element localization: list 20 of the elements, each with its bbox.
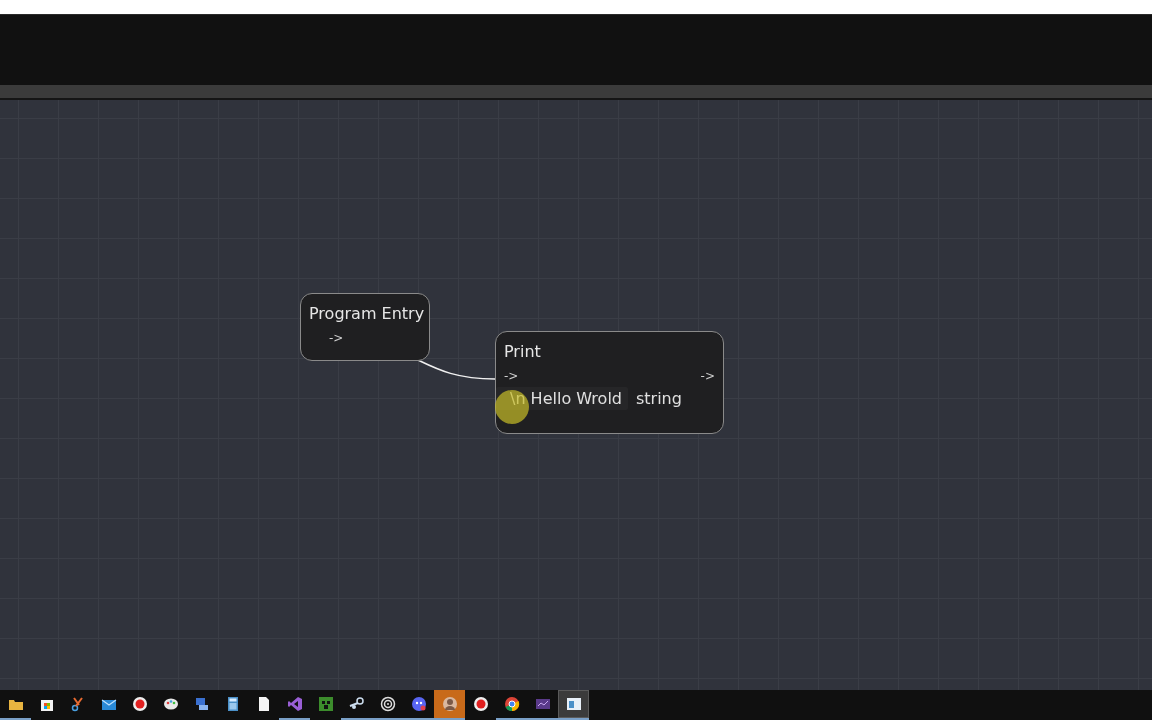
- exec-input-pin[interactable]: ->: [504, 369, 519, 383]
- window-icon: [565, 696, 582, 712]
- exec-output-pin[interactable]: ->: [329, 331, 344, 345]
- ribbon-icon: [286, 696, 303, 712]
- type-label: string: [636, 389, 682, 408]
- avatar-icon: [441, 696, 458, 712]
- media-icon: [534, 696, 551, 712]
- palette-icon: [162, 696, 179, 712]
- record-icon: [131, 696, 148, 712]
- node-title: Print: [504, 342, 542, 361]
- network-icon: [193, 696, 210, 712]
- swirl-icon: [379, 696, 396, 712]
- chat-icon: [410, 696, 427, 712]
- record-icon: [472, 696, 489, 712]
- taskbar-item[interactable]: [558, 690, 589, 720]
- scissors-icon: [69, 696, 86, 712]
- block-face-icon: [317, 696, 334, 712]
- browser-icon: [503, 696, 520, 712]
- exec-output-pin[interactable]: ->: [700, 369, 715, 383]
- entry-node[interactable]: Program Entry ->: [300, 293, 430, 361]
